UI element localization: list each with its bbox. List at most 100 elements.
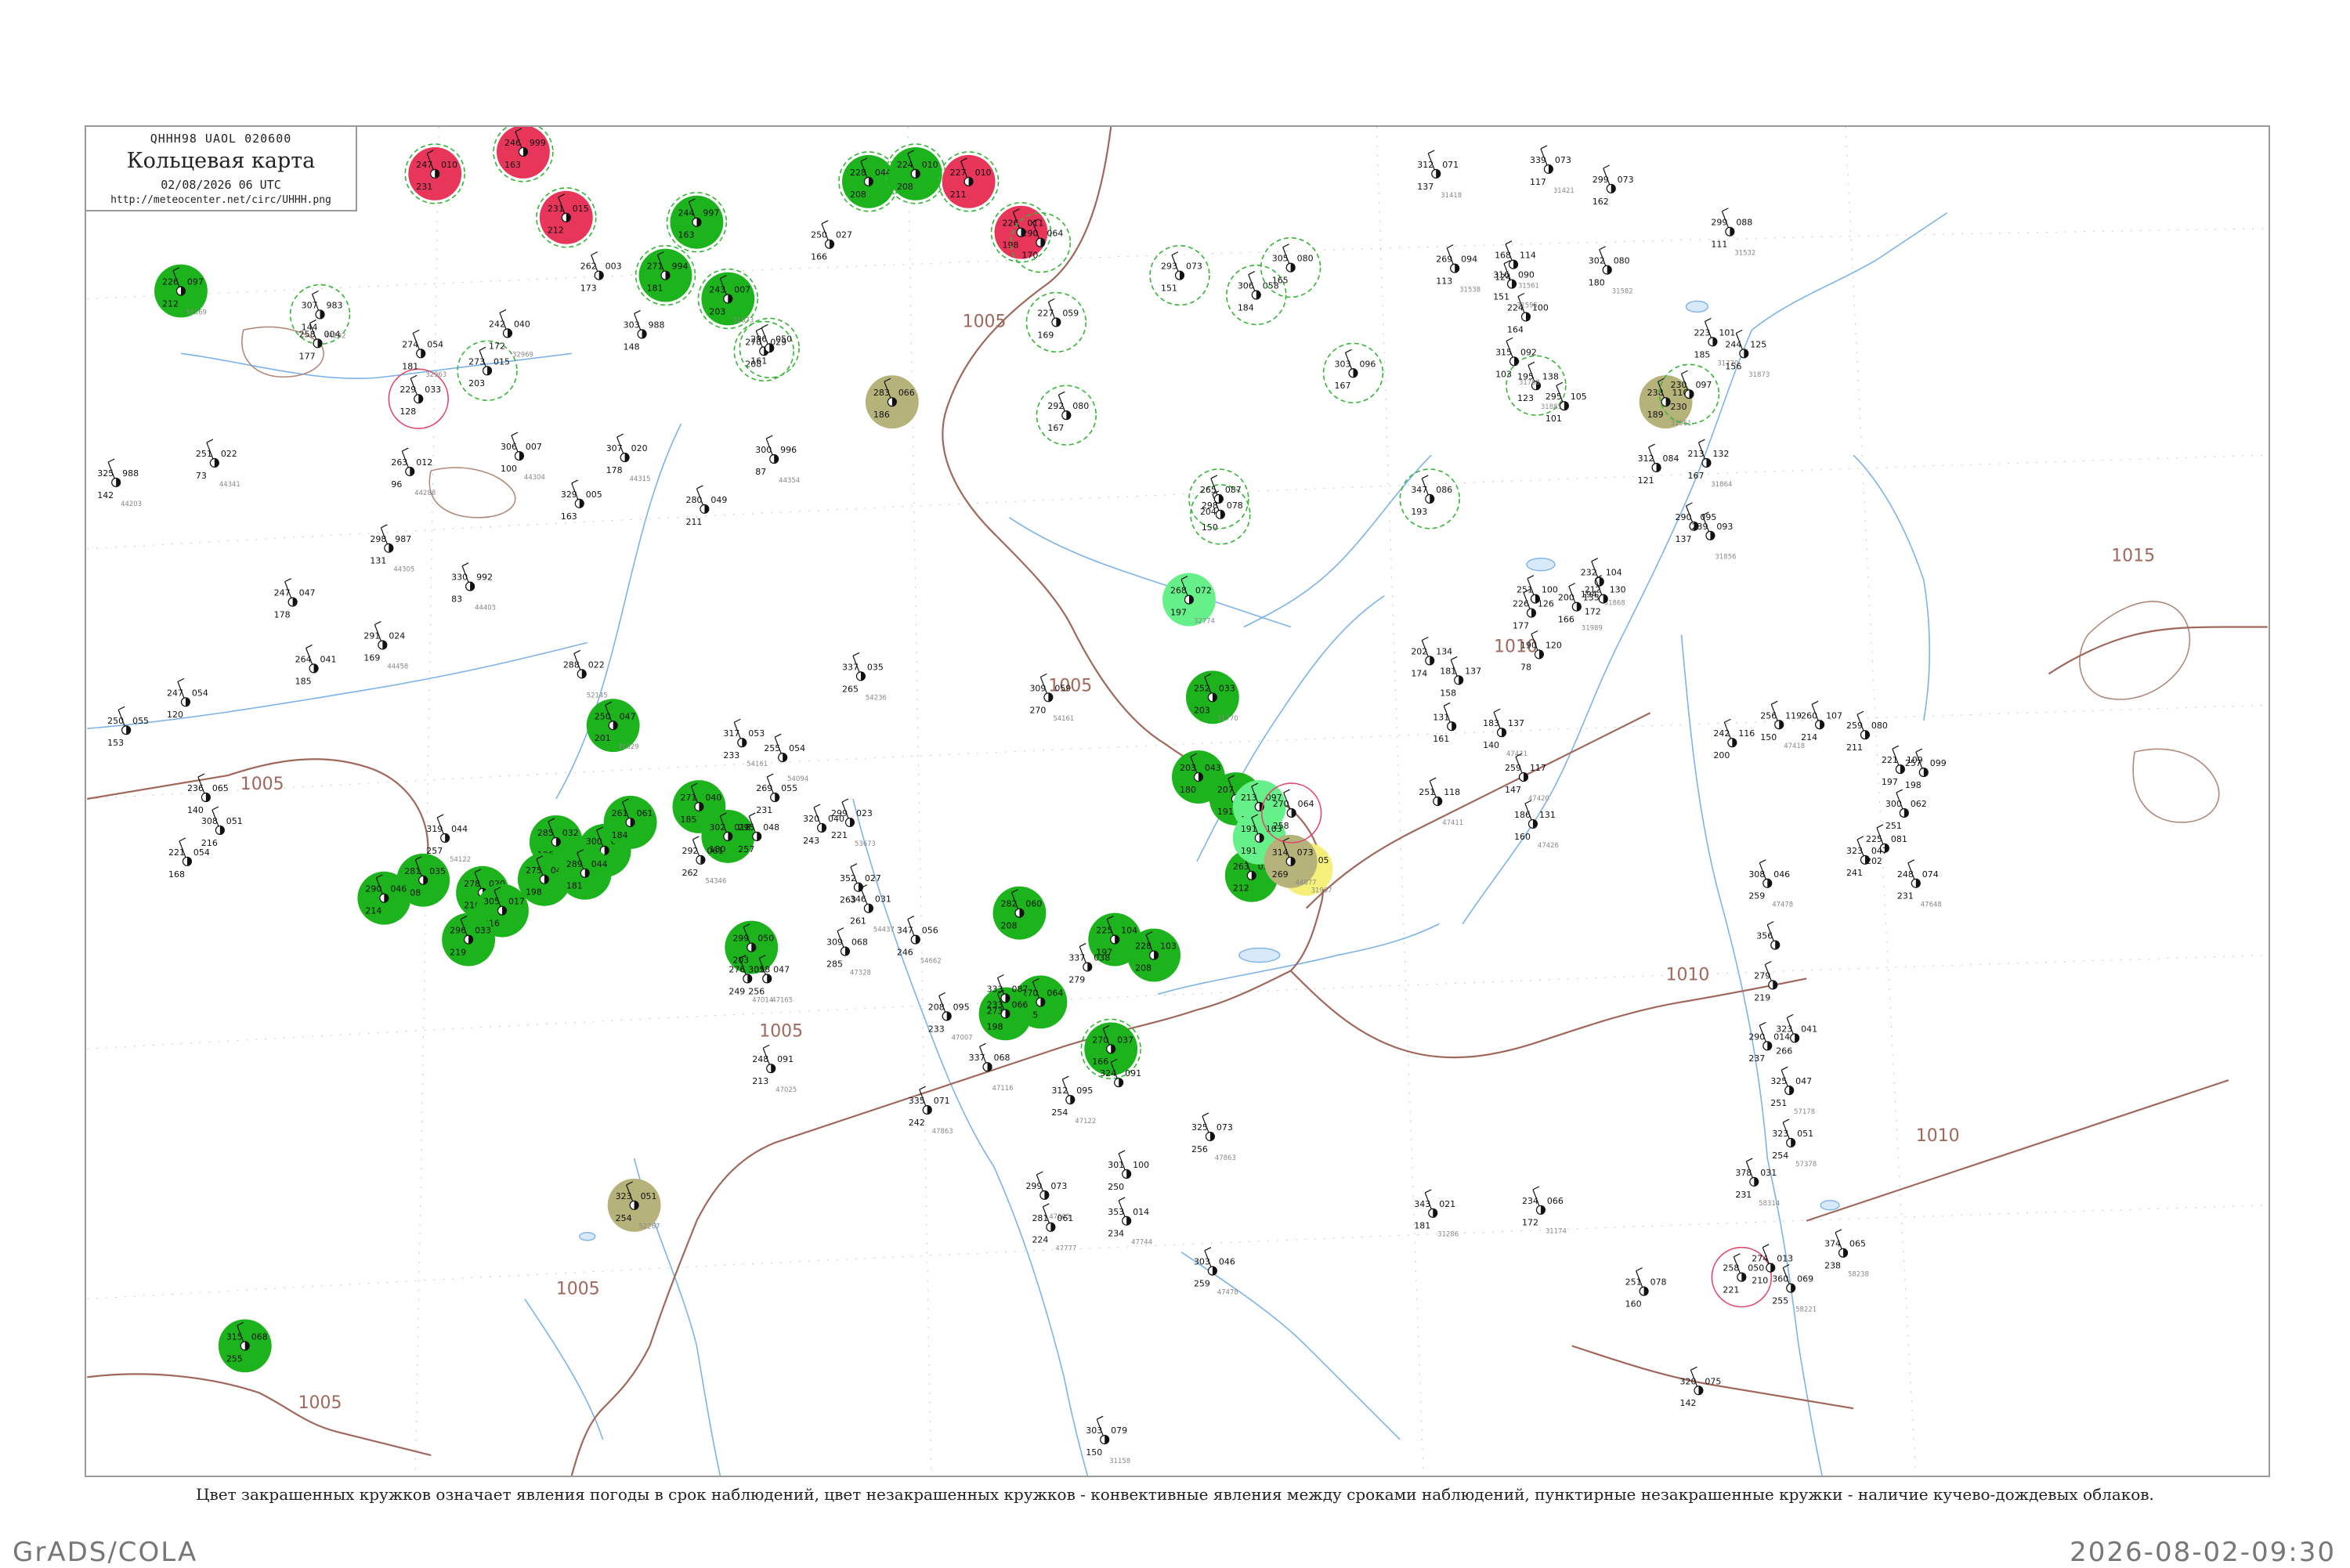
wind-barb-feather: [1283, 789, 1290, 793]
station-dewpoint: 246: [897, 948, 913, 958]
station-temperature: 274: [402, 339, 418, 349]
station-pressure: 097: [187, 277, 204, 287]
station-dewpoint: 256: [1191, 1144, 1208, 1154]
station-pressure: 069: [1797, 1274, 1813, 1284]
station-plot: 312 084 121: [1638, 443, 1679, 486]
station-temperature: 323: [1776, 1024, 1792, 1034]
station-dewpoint: 257: [738, 844, 754, 854]
station-temperature: 309: [826, 938, 843, 948]
station-dewpoint: 173: [580, 284, 597, 294]
station-dewpoint: 167: [1687, 471, 1704, 481]
station-pressure: 117: [1530, 763, 1546, 773]
station-pressure: 064: [1047, 229, 1063, 239]
station-pressure: 119: [1785, 710, 1802, 721]
station-temperature: 228: [1135, 941, 1152, 952]
station-id: 31770: [1217, 714, 1238, 722]
station-plot: 302 080 180 31582: [1589, 246, 1633, 295]
station-pressure: 033: [425, 385, 441, 395]
station-dewpoint: 166: [1092, 1057, 1108, 1067]
station-temperature: 335: [909, 1096, 925, 1106]
station-pressure: 005: [586, 490, 602, 500]
station-plot: 312 095 254 47122: [1051, 1075, 1096, 1125]
wind-barb-feather: [1603, 164, 1610, 169]
station-pressure: 017: [508, 897, 525, 907]
station-dewpoint: 198: [526, 887, 542, 898]
station-plot: 247 054 120: [167, 677, 208, 720]
station-plot: 312 071 137 31418: [1417, 150, 1462, 199]
station-temperature: 325: [1770, 1076, 1787, 1086]
station-id: 31582: [1612, 287, 1633, 295]
station-plot: 213 132 167 31864: [1687, 439, 1732, 488]
station-temperature: 276: [728, 964, 745, 974]
station-pressure: 093: [1716, 522, 1733, 532]
station-pressure: 996: [780, 445, 797, 455]
station-temperature: 270: [1092, 1035, 1108, 1045]
station-pressure: 022: [588, 659, 605, 670]
station-temperature: 330: [451, 573, 468, 583]
station-pressure: 086: [1436, 485, 1452, 495]
station-dewpoint: 254: [616, 1213, 632, 1223]
station-dewpoint: 156: [1725, 361, 1741, 371]
station-id: 54437: [873, 926, 895, 934]
station-id: 31885: [1541, 403, 1562, 410]
station-pressure: 107: [1826, 710, 1842, 721]
station-temperature: 323: [616, 1191, 632, 1201]
station-pressure: 061: [637, 808, 653, 818]
station-pressure: 137: [1508, 718, 1524, 728]
station-plot: 356: [1756, 921, 1781, 950]
station-temperature: 337: [969, 1053, 985, 1063]
wind-barb-feather: [206, 439, 214, 443]
station-pressure: 075: [1705, 1376, 1721, 1386]
station-dewpoint: 243: [803, 836, 819, 846]
station-temperature: 229: [400, 385, 416, 395]
wind-barb-feather: [765, 435, 773, 439]
software-credit: GrADS/COLA: [13, 1537, 198, 1568]
station-temperature: 256: [1760, 710, 1777, 721]
station-temperature: 230: [1671, 380, 1687, 390]
station-dewpoint: 185: [1694, 349, 1710, 359]
station-plot: 268 072 197 32774: [1162, 573, 1216, 627]
station-plot: 347 086 193: [1399, 468, 1460, 529]
station-dewpoint: 117: [1530, 177, 1546, 187]
station-dewpoint: 231: [1735, 1190, 1752, 1200]
station-dewpoint: 180: [1589, 278, 1605, 288]
station-plot: 270 029208: [733, 320, 794, 382]
station-dewpoint: 261: [850, 916, 866, 927]
station-id: 31369: [186, 308, 207, 316]
station-id: 44877: [1296, 879, 1317, 887]
station-dewpoint: 186: [873, 410, 890, 420]
wind-barb-feather: [461, 562, 469, 567]
station-pressure: 027: [836, 230, 852, 240]
station-temperature: 307: [606, 443, 623, 453]
station-id: 31174: [1546, 1227, 1567, 1235]
wind-barb-feather: [284, 578, 291, 583]
station-plot: 274 054 181 32963: [402, 329, 446, 378]
station-pressure: 068: [851, 938, 868, 948]
station-pressure: 109: [1907, 755, 1923, 765]
isobars: [87, 127, 2268, 1476]
station-id: 44315: [630, 475, 651, 482]
wind-barb-feather: [1856, 710, 1864, 715]
wind-barb-feather: [1734, 1253, 1741, 1258]
wind-barb-feather: [1079, 943, 1086, 948]
station-pressure: 120: [1546, 640, 1562, 650]
station-plot: 263 012 96 44288: [391, 447, 436, 497]
station-plot: 283 066 186: [865, 375, 919, 429]
station-temperature: 278: [464, 879, 480, 889]
station-pressure: 066: [898, 388, 915, 398]
station-temperature: 207: [1217, 785, 1234, 795]
station-pressure: 053: [748, 728, 765, 739]
station-pressure: 046: [1773, 869, 1790, 880]
wind-barb-feather: [766, 773, 774, 778]
wind-barb-feather: [696, 485, 703, 490]
station-id: 44305: [393, 565, 414, 573]
station-temperature: 168: [1495, 251, 1511, 261]
wind-barb-feather: [1907, 859, 1915, 864]
station-dewpoint: 265: [842, 684, 859, 694]
station-id: 31989: [1582, 624, 1603, 632]
station-temperature: 360: [1772, 1274, 1788, 1284]
station-dewpoint: 169: [363, 652, 380, 663]
station-dewpoint: 198: [1905, 780, 1922, 790]
wind-barb-feather: [1648, 443, 1655, 448]
station-id: 54094: [787, 775, 808, 782]
